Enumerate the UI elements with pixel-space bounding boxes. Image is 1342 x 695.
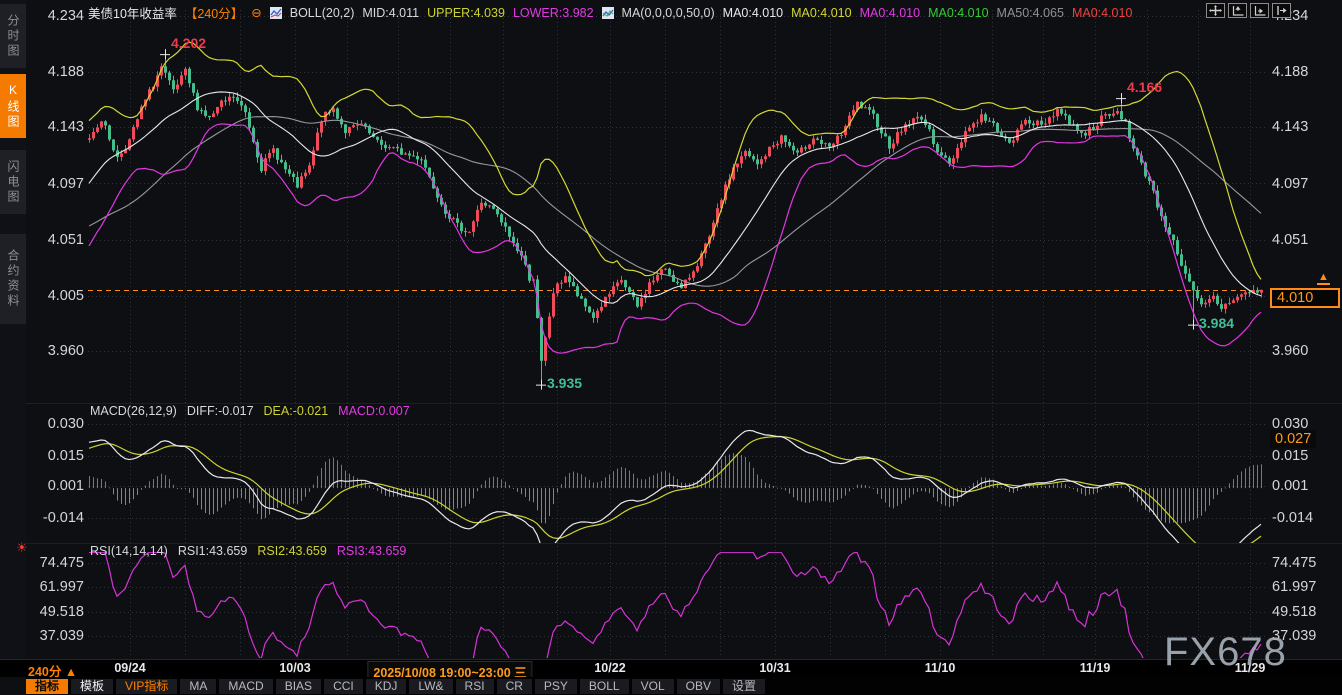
macd-axis-highlight: 0.027	[1270, 430, 1316, 448]
rsi-axis-tick-right: 74.475	[1272, 555, 1316, 571]
watermark: FX678	[1164, 630, 1287, 675]
date-axis-label: 10/03	[279, 661, 310, 675]
toolbar-item-PSY[interactable]: PSY	[535, 679, 577, 694]
pan-right-icon[interactable]	[1272, 3, 1291, 18]
boll-upper-value: UPPER:4.039	[427, 6, 505, 20]
rsi3-value: RSI3:43.659	[337, 544, 407, 558]
ma-value: MA0:4.010	[928, 6, 988, 20]
macd-label-row: MACD(26,12,9) DIFF:-0.017 DEA:-0.021 MAC…	[90, 404, 410, 418]
indicator-toolbar: 指标模板VIP指标MAMACD BIASCCIKDJLW&RSICRPSYBOLL…	[26, 677, 1342, 695]
toolbar-item-BOLL[interactable]: BOLL	[580, 679, 629, 694]
toolbar-item-MACD[interactable]: MACD	[219, 679, 272, 694]
rsi-params-label[interactable]: RSI(14,14,14)	[90, 544, 168, 558]
macd-axis-tick-right: -0.014	[1272, 510, 1313, 526]
rsi2-value: RSI2:43.659	[257, 544, 327, 558]
ma-value: MA50:4.065	[997, 6, 1064, 20]
collapse-icon[interactable]: ⊖	[251, 5, 261, 20]
high-low-annotation: 3.984	[1199, 315, 1234, 331]
macd-params-label[interactable]: MACD(26,12,9)	[90, 404, 177, 418]
macd-axis-tick-right: 0.015	[1272, 448, 1308, 464]
boll-label[interactable]: BOLL(20,2)	[290, 6, 355, 20]
price-axis-tick-right: 4.097	[1272, 176, 1308, 192]
date-axis-label: 11/19	[1080, 661, 1111, 675]
sidebar-item-contract-info[interactable]: 合约资料	[0, 234, 26, 324]
macd-dea-value: DEA:-0.021	[264, 404, 329, 418]
toolbar-item-BIAS[interactable]: BIAS	[276, 679, 321, 694]
rsi-axis-tick-right: 49.518	[1272, 604, 1316, 620]
price-axis-tick-right: 4.143	[1272, 119, 1308, 135]
ma-value: MA0:4.010	[791, 6, 851, 20]
time-axis: 240分 ▲ 09/2410/032025/10/08 19:00~23:00 …	[0, 659, 1342, 677]
boll-lower-value: LOWER:3.982	[513, 6, 594, 20]
date-axis-label: 10/31	[759, 661, 790, 675]
ma-value: MA0:4.010	[723, 6, 783, 20]
date-axis-label: 09/24	[114, 661, 145, 675]
trading-app: 美债10年收益率 【240分】 ⊖ BOLL(20,2) MID:4.011 U…	[0, 0, 1342, 695]
current-price-tag: 4.010	[1270, 288, 1340, 308]
rsi-axis-tick-right: 61.997	[1272, 579, 1316, 595]
ma-value: MA0:4.010	[1072, 6, 1132, 20]
crosshair-move-icon[interactable]	[1206, 3, 1225, 18]
alarm-icon[interactable]: ☀	[16, 540, 28, 556]
x-axis-zoom-icon[interactable]	[1250, 3, 1269, 18]
toolbar-item-CR[interactable]: CR	[497, 679, 532, 694]
date-axis-label: 10/22	[594, 661, 625, 675]
toolbar-item-OBV[interactable]: OBV	[677, 679, 720, 694]
toolbar-item-CCI[interactable]: CCI	[324, 679, 363, 694]
ma-label[interactable]: MA(0,0,0,0,50,0)	[622, 6, 715, 20]
ma-values: MA0:4.010 MA0:4.010 MA0:4.010 MA0:4.010 MA50…	[723, 6, 1133, 20]
macd-axis-tick-right: 0.001	[1272, 478, 1308, 494]
macd-hist-value: MACD:0.007	[338, 404, 410, 418]
period-label[interactable]: 【240分】	[185, 3, 243, 22]
toolbar-item-模板[interactable]: 模板	[71, 679, 113, 694]
rsi1-value: RSI1:43.659	[178, 544, 248, 558]
price-axis-tick-right: 4.051	[1272, 232, 1308, 248]
price-axis-tick-right: 3.960	[1272, 343, 1308, 359]
rsi-label-row: RSI(14,14,14) RSI1:43.659 RSI2:43.659 RS…	[90, 544, 406, 558]
price-up-arrow-icon: ▲	[1317, 272, 1330, 285]
toolbar-item-RSI[interactable]: RSI	[456, 679, 494, 694]
chart-canvas[interactable]	[0, 0, 1342, 659]
chart-header: 美债10年收益率 【240分】 ⊖ BOLL(20,2) MID:4.011 U…	[88, 3, 1132, 22]
macd-diff-value: DIFF:-0.017	[187, 404, 254, 418]
price-axis-tick-right: 4.188	[1272, 64, 1308, 80]
toolbar-item-LW&[interactable]: LW&	[409, 679, 452, 694]
toolbar-item-VIP指标[interactable]: VIP指标	[116, 679, 177, 694]
instrument-title: 美债10年收益率	[88, 3, 177, 22]
toolbar-item-VOL[interactable]: VOL	[632, 679, 674, 694]
y-axis-zoom-icon[interactable]	[1228, 3, 1247, 18]
boll-mid-value: MID:4.011	[362, 6, 419, 20]
toolbar-item-MA[interactable]: MA	[180, 679, 216, 694]
high-low-annotation: 4.202	[171, 35, 206, 51]
high-low-annotation: 4.166	[1127, 79, 1162, 95]
ma-indicator-icon[interactable]	[602, 7, 614, 19]
boll-indicator-icon[interactable]	[270, 7, 282, 19]
toolbar-item-指标[interactable]: 指标	[26, 679, 68, 694]
date-axis-label: 11/10	[925, 661, 956, 675]
high-low-annotation: 3.935	[547, 375, 582, 391]
toolbar-item-KDJ[interactable]: KDJ	[366, 679, 407, 694]
sidebar-item-timeline-chart[interactable]: 分时图	[0, 4, 26, 68]
sidebar: 分时图 K线图 闪电图 合约资料	[0, 0, 26, 659]
sidebar-item-flash-chart[interactable]: 闪电图	[0, 150, 26, 214]
sidebar-item-kline-chart[interactable]: K线图	[0, 74, 26, 138]
toolbar-item-设置[interactable]: 设置	[723, 679, 765, 694]
chart-tool-icons	[1206, 3, 1291, 18]
ma-value: MA0:4.010	[860, 6, 920, 20]
